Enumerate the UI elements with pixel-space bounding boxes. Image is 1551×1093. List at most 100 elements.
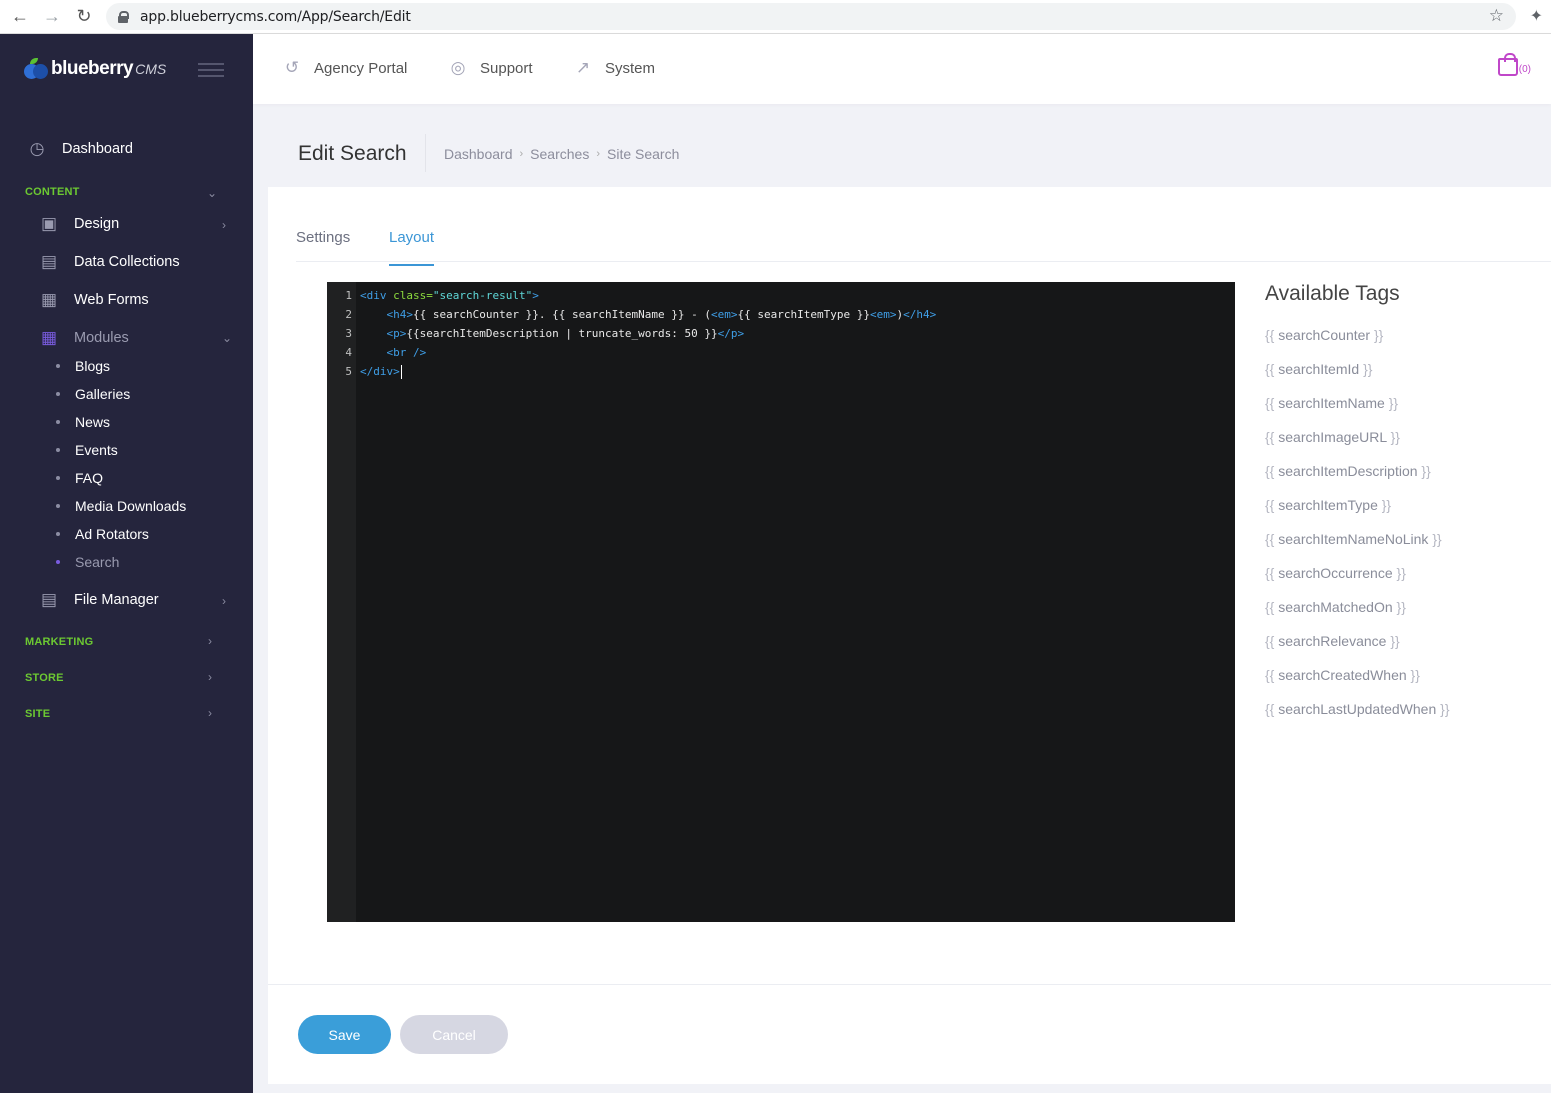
page-title: Edit Search	[298, 142, 407, 165]
tag-item[interactable]: {{ searchItemDescription }}	[1265, 463, 1431, 479]
inbox-icon: ▤	[40, 252, 58, 271]
tag-item[interactable]: {{ searchItemNameNoLink }}	[1265, 531, 1442, 547]
sidebar-item-label: File Manager	[74, 592, 159, 608]
tag-item[interactable]: {{ searchLastUpdatedWhen }}	[1265, 701, 1450, 717]
tab-settings[interactable]: Settings	[296, 229, 350, 264]
tag-close-brace: }}	[1432, 531, 1442, 547]
tag-item[interactable]: {{ searchOccurrence }}	[1265, 565, 1406, 581]
breadcrumb: Dashboard › Searches › Site Search	[444, 146, 679, 162]
logo[interactable]: blueberry CMS	[24, 58, 166, 80]
chevron-down-icon[interactable]: ⌄	[207, 186, 217, 200]
code-token: <br />	[386, 346, 427, 359]
reload-icon[interactable]: ↻	[68, 0, 100, 34]
tag-item[interactable]: {{ searchRelevance }}	[1265, 633, 1400, 649]
sidebar-item-label: News	[75, 414, 111, 430]
tag-name: searchCounter	[1278, 327, 1371, 343]
section-content[interactable]: CONTENT	[25, 186, 80, 198]
tab-bar: Settings Layout	[296, 187, 1551, 266]
sidebar-module-search[interactable]: Search	[56, 554, 119, 570]
chevron-right-icon: ›	[519, 148, 524, 160]
sidebar-module-faq[interactable]: FAQ	[56, 470, 103, 486]
menu-toggle-icon[interactable]	[198, 63, 224, 77]
section-site[interactable]: SITE	[25, 708, 50, 720]
section-store[interactable]: STORE	[25, 672, 64, 684]
section-marketing[interactable]: MARKETING	[25, 636, 93, 648]
cart-button[interactable]: (0)	[1497, 53, 1531, 76]
code-token: >	[532, 289, 539, 302]
chevron-right-icon[interactable]: ›	[208, 634, 212, 648]
sidebar-module-news[interactable]: News	[56, 414, 110, 430]
line-number: 4	[345, 346, 352, 359]
tag-item[interactable]: {{ searchMatchedOn }}	[1265, 599, 1406, 615]
code-token: {{ searchItemType }}	[737, 308, 870, 321]
sidebar-module-events[interactable]: Events	[56, 442, 118, 458]
tag-item[interactable]: {{ searchImageURL }}	[1265, 429, 1400, 445]
sidebar-item-design[interactable]: ▣ Design	[38, 213, 119, 235]
agency-portal-label: Agency Portal	[314, 59, 408, 77]
sidebar-item-label: Search	[75, 554, 120, 570]
agency-portal-link[interactable]: ↺ Agency Portal	[282, 58, 408, 78]
breadcrumb-current: Site Search	[607, 146, 680, 162]
sidebar-item-file-manager[interactable]: ▤ File Manager	[38, 589, 159, 611]
cancel-button[interactable]: Cancel	[400, 1015, 508, 1054]
support-label: Support	[480, 59, 533, 77]
code-line: 4 <br />	[327, 343, 426, 362]
chevron-right-icon[interactable]: ›	[222, 218, 226, 232]
tag-name: searchRelevance	[1278, 633, 1387, 649]
sidebar-item-data-collections[interactable]: ▤ Data Collections	[38, 251, 180, 273]
tag-close-brace: }}	[1396, 565, 1406, 581]
external-link-icon: ↗	[575, 58, 591, 77]
modules-grid-icon: ▦	[40, 328, 58, 347]
tag-item[interactable]: {{ searchCounter }}	[1265, 327, 1383, 343]
sidebar-module-ad-rotators[interactable]: Ad Rotators	[56, 526, 149, 542]
sidebar-item-label: Events	[75, 442, 118, 458]
tag-item[interactable]: {{ searchCreatedWhen }}	[1265, 667, 1420, 683]
support-link[interactable]: ◎ Support	[448, 58, 533, 78]
breadcrumb-searches[interactable]: Searches	[530, 146, 589, 162]
sidebar-module-blogs[interactable]: Blogs	[56, 358, 110, 374]
chevron-down-icon[interactable]: ⌄	[222, 331, 232, 345]
bookmark-star-icon[interactable]: ☆	[1489, 6, 1504, 26]
tab-layout[interactable]: Layout	[389, 229, 435, 266]
tag-open-brace: {{	[1265, 463, 1275, 479]
tag-name: searchItemType	[1278, 497, 1378, 513]
line-number: 5	[345, 365, 352, 378]
logo-suffix: CMS	[135, 61, 167, 77]
chevron-right-icon[interactable]: ›	[222, 594, 226, 608]
text-cursor	[400, 364, 402, 379]
extensions-puzzle-icon[interactable]: ✦	[1530, 6, 1543, 26]
back-arrow-icon[interactable]: ←	[4, 0, 36, 34]
sidebar-module-galleries[interactable]: Galleries	[56, 386, 130, 402]
tag-open-brace: {{	[1265, 565, 1275, 581]
tag-name: searchImageURL	[1278, 429, 1387, 445]
tag-name: searchItemName	[1278, 395, 1385, 411]
tag-close-brace: }}	[1421, 463, 1431, 479]
sidebar-item-modules[interactable]: ▦ Modules	[38, 327, 129, 349]
code-editor[interactable]: 1 <div class="search-result"> 2 <h4>{{ s…	[327, 282, 1235, 922]
tag-item[interactable]: {{ searchItemType }}	[1265, 497, 1391, 513]
sidebar-item-label: Blogs	[75, 358, 111, 374]
chevron-right-icon[interactable]: ›	[208, 706, 212, 720]
sidebar-item-web-forms[interactable]: ▦ Web Forms	[38, 289, 149, 311]
sidebar-module-media-downloads[interactable]: Media Downloads	[56, 498, 186, 514]
sidebar-item-dashboard[interactable]: ◷ Dashboard	[26, 138, 133, 160]
tag-close-brace: }}	[1390, 633, 1400, 649]
address-bar[interactable]: app.blueberrycms.com/App/Search/Edit ☆	[106, 3, 1516, 30]
tag-item[interactable]: {{ searchItemId }}	[1265, 361, 1372, 377]
save-button[interactable]: Save	[298, 1015, 391, 1054]
breadcrumb-dashboard[interactable]: Dashboard	[444, 146, 513, 162]
tag-item[interactable]: {{ searchItemName }}	[1265, 395, 1398, 411]
file-icon: ▤	[40, 590, 58, 609]
tag-open-brace: {{	[1265, 633, 1275, 649]
chevron-right-icon[interactable]: ›	[208, 670, 212, 684]
tag-name: searchLastUpdatedWhen	[1278, 701, 1437, 717]
sidebar-item-label: FAQ	[75, 470, 104, 486]
sidebar: blueberry CMS ◷ Dashboard CONTENT ⌄ ▣ De…	[0, 34, 253, 1093]
tag-close-brace: }}	[1363, 361, 1373, 377]
system-link[interactable]: ↗ System	[573, 58, 655, 78]
card-divider	[268, 984, 1551, 985]
forward-arrow-icon[interactable]: →	[36, 0, 68, 34]
code-token: <div	[360, 289, 394, 302]
sidebar-item-label: Design	[74, 216, 120, 232]
